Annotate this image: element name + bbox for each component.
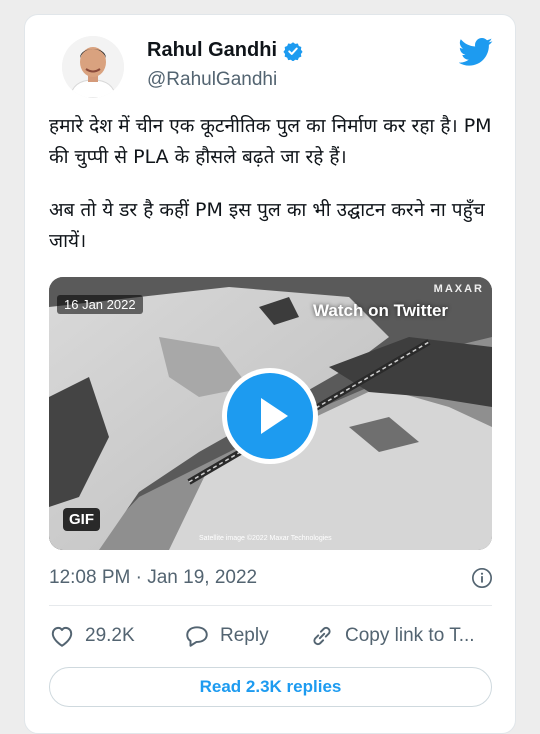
tweet-card: Rahul Gandhi @RahulGandhi हमारे देश में …	[24, 14, 516, 734]
author-handle[interactable]: @RahulGandhi	[147, 69, 277, 91]
gif-badge: GIF	[63, 508, 100, 531]
reply-icon	[186, 626, 208, 647]
play-icon	[227, 373, 313, 459]
person-avatar-icon	[62, 36, 124, 98]
like-count: 29.2K	[85, 625, 135, 646]
heart-icon	[51, 626, 73, 647]
reply-button[interactable]: Reply	[184, 623, 309, 649]
tweet-paragraph: अब तो ये डर है कहीं PM इस पुल का भी उद्घ…	[49, 199, 485, 252]
reply-label: Reply	[220, 625, 269, 646]
author-name-row[interactable]: Rahul Gandhi	[147, 39, 303, 62]
maxar-watermark: MAXAR	[433, 283, 484, 295]
tweet-paragraph: हमारे देश में चीन एक कूटनीतिक पुल का निर…	[49, 115, 492, 168]
tweet-timestamp[interactable]: 12:08 PM · Jan 19, 2022	[49, 567, 257, 589]
play-button[interactable]	[222, 368, 318, 464]
gif-media[interactable]: 16 Jan 2022 MAXAR Watch on Twitter GIF S…	[49, 277, 492, 550]
tweet-actions: 29.2K Reply Copy link to T...	[49, 621, 499, 651]
twitter-bird-icon[interactable]	[459, 37, 493, 67]
info-icon[interactable]	[471, 567, 493, 589]
copy-link-label: Copy link to T...	[345, 625, 475, 646]
image-credit: Satellite image ©2022 Maxar Technologies	[199, 535, 332, 542]
like-button[interactable]: 29.2K	[49, 623, 184, 649]
image-date-label: 16 Jan 2022	[57, 295, 143, 314]
avatar[interactable]	[62, 36, 124, 98]
divider	[49, 605, 492, 606]
watch-on-twitter-link[interactable]: Watch on Twitter	[313, 301, 448, 321]
copy-link-button[interactable]: Copy link to T...	[309, 623, 475, 649]
link-icon	[313, 626, 331, 646]
read-replies-button[interactable]: Read 2.3K replies	[49, 667, 492, 707]
author-name[interactable]: Rahul Gandhi	[147, 39, 277, 62]
tweet-text: हमारे देश में चीन एक कूटनीतिक पुल का निर…	[49, 111, 499, 279]
verified-badge-icon	[283, 41, 303, 61]
